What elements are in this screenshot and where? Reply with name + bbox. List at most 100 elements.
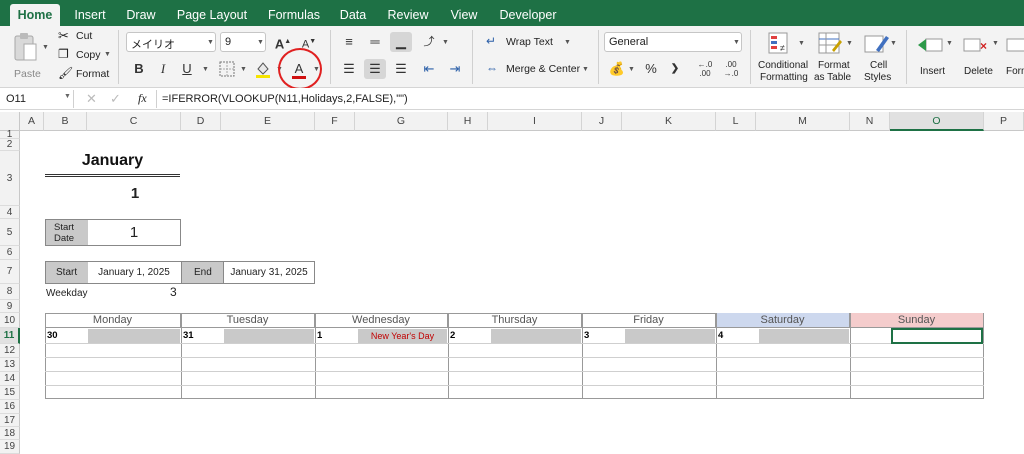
start-value: January 1, 2025	[98, 267, 170, 278]
column-header-g[interactable]: G	[355, 112, 448, 131]
column-header-k[interactable]: K	[622, 112, 716, 131]
accounting-format-icon[interactable]: 💰	[606, 59, 628, 79]
row-header-5[interactable]: 5	[0, 219, 20, 246]
tab-page-layout[interactable]: Page Layout	[172, 4, 252, 26]
conditional-formatting-button[interactable]: ≠ ▼ Conditional Formatting	[756, 30, 812, 86]
align-middle-icon[interactable]: ═	[364, 32, 386, 52]
divider	[330, 30, 331, 84]
holiday-cell[interactable]: New Year's Day	[358, 329, 447, 343]
tab-draw[interactable]: Draw	[120, 4, 162, 26]
brush-icon: 🖌	[58, 66, 74, 80]
row-header-4[interactable]: 4	[0, 206, 20, 219]
event-cell[interactable]	[759, 329, 849, 343]
align-left-icon[interactable]: ☰	[338, 59, 360, 79]
row-header-12[interactable]: 12	[0, 344, 20, 358]
row-header-2[interactable]: 2	[0, 139, 20, 151]
divider	[472, 30, 473, 84]
column-header-e[interactable]: E	[221, 112, 315, 131]
fill-color-icon[interactable]	[252, 59, 274, 79]
tab-developer[interactable]: Developer	[494, 4, 562, 26]
column-header-f[interactable]: F	[315, 112, 355, 131]
align-bottom-icon[interactable]: ▁	[390, 32, 412, 52]
column-header-m[interactable]: M	[756, 112, 850, 131]
insert-cells-button[interactable]: ▼ Insert	[912, 30, 956, 86]
column-header-p[interactable]: P	[984, 112, 1024, 131]
cut-button[interactable]: ✂ Cut	[58, 28, 118, 44]
tab-formulas[interactable]: Formulas	[262, 4, 326, 26]
row-header-18[interactable]: 18	[0, 427, 20, 440]
row-header-1[interactable]: 1	[0, 130, 20, 140]
tab-review[interactable]: Review	[382, 4, 434, 26]
event-cell[interactable]	[88, 329, 180, 343]
row-header-19[interactable]: 19	[0, 440, 20, 454]
align-top-icon[interactable]: ≡	[338, 32, 360, 52]
tab-insert[interactable]: Insert	[68, 4, 112, 26]
wrap-text-button[interactable]: ↵ Wrap Text ▼	[486, 34, 596, 50]
row-header-7[interactable]: 7	[0, 260, 20, 284]
column-header-a[interactable]: A	[20, 112, 44, 131]
decrease-indent-icon[interactable]: ⇤	[418, 59, 440, 79]
column-header-n[interactable]: N	[850, 112, 890, 131]
number-format-select[interactable]: General ▼	[604, 32, 742, 52]
column-header-j[interactable]: J	[582, 112, 622, 131]
event-cell[interactable]	[491, 329, 581, 343]
column-header-c[interactable]: C	[87, 112, 181, 131]
check-icon[interactable]: ✓	[110, 91, 121, 107]
chevron-down-icon: ▼	[207, 39, 214, 46]
font-size-select[interactable]: 9 ▼	[220, 32, 266, 52]
ribbon: ▼ Paste ✂ Cut ❐ Copy ▼ 🖌 Format メイリオ ▼ 9…	[0, 26, 1024, 90]
cell-styles-button[interactable]: ▼ Cell Styles	[858, 30, 900, 86]
divider	[118, 30, 119, 84]
column-header-d[interactable]: D	[181, 112, 221, 131]
bold-button[interactable]: B	[128, 59, 150, 79]
cancel-icon[interactable]: ✕	[86, 91, 97, 107]
row-header-13[interactable]: 13	[0, 358, 20, 372]
chevron-down-icon: ▼	[442, 39, 449, 46]
event-cell[interactable]	[224, 329, 314, 343]
day-number: 30	[47, 330, 58, 341]
row-header-14[interactable]: 14	[0, 372, 20, 386]
increase-indent-icon[interactable]: ⇥	[444, 59, 466, 79]
decrease-decimal-icon[interactable]: .00 →.0	[720, 59, 742, 79]
function-icon[interactable]: fx	[138, 91, 147, 106]
italic-button[interactable]: I	[152, 59, 174, 79]
paste-button[interactable]: ▼ Paste	[8, 32, 49, 82]
format-painter-button[interactable]: 🖌 Format	[58, 66, 118, 82]
font-name-select[interactable]: メイリオ ▼	[126, 32, 216, 52]
column-header-i[interactable]: I	[488, 112, 582, 131]
event-cell[interactable]	[625, 329, 715, 343]
chevron-down-icon[interactable]: ▼	[64, 93, 71, 100]
copy-button[interactable]: ❐ Copy ▼	[58, 47, 118, 63]
format-cells-button[interactable]: Form	[1004, 30, 1024, 86]
selected-cell-o11[interactable]	[891, 328, 983, 344]
row-header-16[interactable]: 16	[0, 400, 20, 414]
increase-decimal-icon[interactable]: ←.0.00	[694, 59, 716, 79]
underline-button[interactable]: U	[176, 59, 198, 79]
row-header-8[interactable]: 8	[0, 284, 20, 300]
tab-view[interactable]: View	[444, 4, 484, 26]
column-header-o[interactable]: O	[890, 112, 984, 131]
tab-home[interactable]: Home	[10, 4, 60, 26]
column-header-l[interactable]: L	[716, 112, 756, 131]
delete-cells-button[interactable]: × ▼ Delete	[958, 30, 1002, 86]
tab-data[interactable]: Data	[334, 4, 372, 26]
clipboard-icon	[14, 33, 37, 61]
formula-input[interactable]: =IFERROR(VLOOKUP(N11,Holidays,2,FALSE),"…	[162, 90, 408, 108]
row-header-11[interactable]: 11	[0, 328, 20, 344]
align-center-icon[interactable]: ☰	[364, 59, 386, 79]
row-header-15[interactable]: 15	[0, 386, 20, 400]
column-header-h[interactable]: H	[448, 112, 488, 131]
borders-icon[interactable]	[216, 59, 238, 79]
comma-style-button[interactable]: ❯	[664, 59, 686, 79]
merge-center-button[interactable]: ⇔ Merge & Center ▼	[486, 61, 596, 77]
row-header-3[interactable]: 3	[0, 151, 20, 206]
format-as-table-button[interactable]: ▼ Format as Table	[812, 30, 856, 86]
row-header-9[interactable]: 9	[0, 300, 20, 313]
column-header-b[interactable]: B	[44, 112, 87, 131]
row-header-6[interactable]: 6	[0, 246, 20, 260]
row-header-17[interactable]: 17	[0, 414, 20, 427]
percent-button[interactable]: %	[640, 59, 662, 79]
align-right-icon[interactable]: ☰	[390, 59, 412, 79]
orientation-icon[interactable]: ⤴	[418, 32, 440, 52]
row-header-10[interactable]: 10	[0, 313, 20, 328]
